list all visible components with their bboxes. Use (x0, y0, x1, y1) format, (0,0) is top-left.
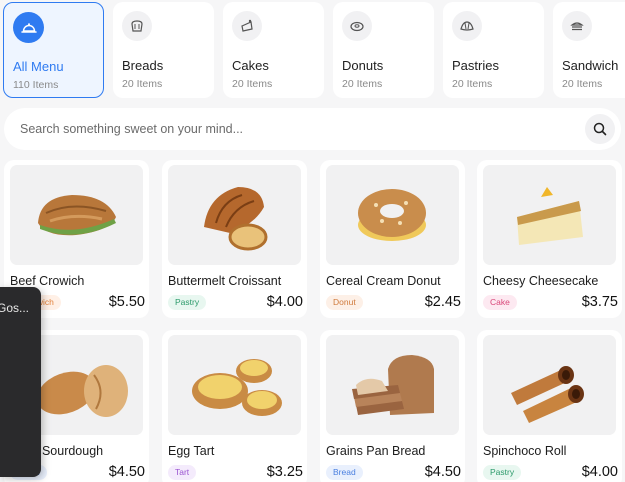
donut-icon (342, 11, 372, 41)
product-name: Beef Crowich (10, 274, 85, 288)
product-image (326, 165, 459, 265)
category-count: 20 Items (232, 78, 273, 90)
product-name: Cereal Cream Donut (326, 274, 441, 288)
product-price: $4.00 (266, 294, 303, 310)
product-card-cereal-cream-donut[interactable]: Cereal Cream Donut Donut $2.45 (320, 160, 465, 318)
category-count: 20 Items (342, 78, 383, 90)
sandwich-icon (562, 11, 592, 41)
product-card-buttermelt-croissant[interactable]: Buttermelt Croissant Pastry $4.00 (162, 160, 307, 318)
product-price: $3.25 (266, 464, 303, 480)
product-price: $3.75 (581, 294, 618, 310)
search-input[interactable] (20, 122, 585, 136)
category-cakes[interactable]: Cakes 20 Items (223, 2, 324, 98)
category-count: 20 Items (562, 78, 603, 90)
product-card-egg-tart[interactable]: Egg Tart Tart $3.25 (162, 330, 307, 482)
product-name: Cheesy Cheesecake (483, 274, 599, 288)
category-label: Breads (122, 58, 164, 73)
product-price: $2.45 (424, 294, 461, 310)
product-name: Spinchoco Roll (483, 444, 567, 458)
pos-menu-page: All Menu 110 Items Breads 20 Items Cakes… (0, 0, 625, 482)
product-price: $5.50 (108, 294, 145, 310)
cloche-icon (13, 12, 44, 43)
product-image (168, 165, 301, 265)
product-price: $4.50 (108, 464, 145, 480)
category-label: All Menu (13, 59, 64, 74)
category-sandwich[interactable]: Sandwich 20 Items (553, 2, 625, 98)
category-label: Donuts (342, 58, 384, 73)
product-card-spinchoco-roll[interactable]: Spinchoco Roll Pastry $4.00 (477, 330, 622, 482)
category-count: 20 Items (452, 78, 493, 90)
category-donuts[interactable]: Donuts 20 Items (333, 2, 434, 98)
product-category-tag: Pastry (168, 295, 207, 310)
search-button[interactable] (585, 114, 615, 144)
category-label: Pastries (452, 58, 499, 73)
product-category-tag: Cake (483, 295, 517, 310)
product-category-tag: Donut (326, 295, 363, 310)
category-count: 110 Items (13, 79, 59, 91)
overlay-panel[interactable]: Gos... (0, 287, 41, 477)
cake-icon (232, 11, 262, 41)
product-card-grains-pan-bread[interactable]: Grains Pan Bread Bread $4.50 (320, 330, 465, 482)
product-name: Grains Pan Bread (326, 444, 426, 458)
product-price: $4.00 (581, 464, 618, 480)
category-breads[interactable]: Breads 20 Items (113, 2, 214, 98)
product-image (483, 165, 616, 265)
bread-icon (122, 11, 152, 41)
category-pastries[interactable]: Pastries 20 Items (443, 2, 544, 98)
product-category-tag: Tart (168, 465, 197, 480)
product-image (168, 335, 301, 435)
overlay-text: Gos... (0, 301, 30, 315)
search-icon (593, 122, 607, 136)
category-label: Sandwich (562, 58, 619, 73)
category-label: Cakes (232, 58, 269, 73)
pastry-icon (452, 11, 482, 41)
product-card-cheesy-cheesecake[interactable]: Cheesy Cheesecake Cake $3.75 (477, 160, 622, 318)
product-image (483, 335, 616, 435)
product-category-tag: Bread (326, 465, 363, 480)
product-price: $4.50 (424, 464, 461, 480)
product-name: Egg Tart (168, 444, 215, 458)
product-image (10, 165, 143, 265)
category-row: All Menu 110 Items Breads 20 Items Cakes… (3, 2, 625, 98)
product-name: Buttermelt Croissant (168, 274, 282, 288)
product-image (326, 335, 459, 435)
product-category-tag: Pastry (483, 465, 522, 480)
category-count: 20 Items (122, 78, 163, 90)
category-all-menu[interactable]: All Menu 110 Items (3, 2, 104, 98)
search-bar (4, 108, 621, 150)
